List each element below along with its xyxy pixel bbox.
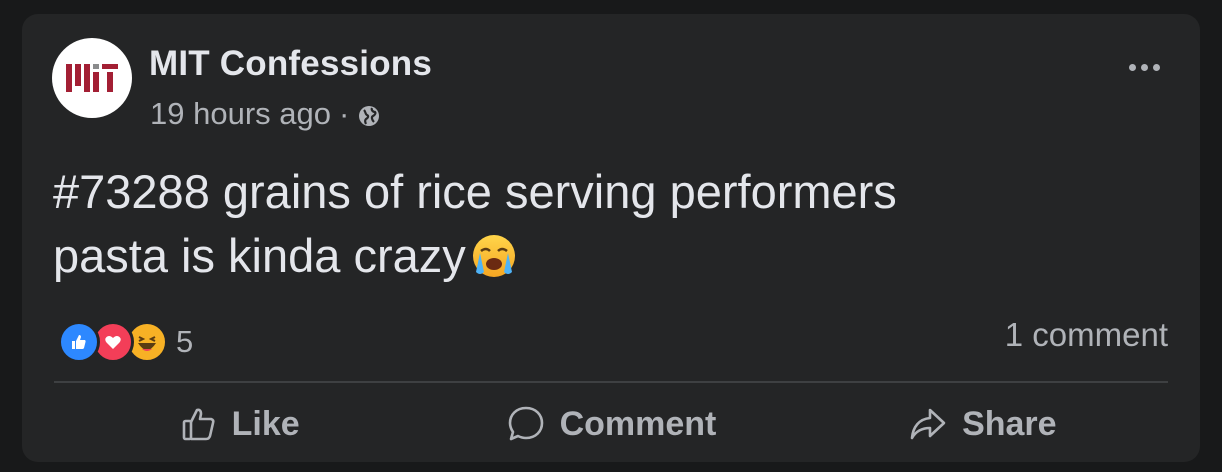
- comment-label: Comment: [559, 404, 717, 443]
- more-dot: [1129, 64, 1136, 71]
- comment-bubble-icon: [508, 406, 543, 441]
- post-text-line: pasta is kinda crazy: [53, 224, 1153, 296]
- meta-separator: ·: [338, 96, 350, 131]
- post-meta: 19 hours ago ·: [150, 96, 381, 132]
- like-button[interactable]: Like: [54, 396, 425, 452]
- page-name[interactable]: MIT Confessions: [149, 44, 432, 84]
- mit-logo: [66, 64, 118, 92]
- like-reaction-icon: [58, 321, 100, 363]
- more-options-button[interactable]: [1129, 64, 1160, 71]
- more-dot: [1153, 64, 1160, 71]
- page-avatar[interactable]: [52, 38, 132, 118]
- reactions-summary[interactable]: 5: [58, 321, 193, 363]
- post-card: MIT Confessions 19 hours ago · #73288 gr…: [22, 14, 1200, 462]
- reactions-count: 5: [176, 324, 194, 359]
- globe-icon: [359, 106, 380, 126]
- thumbs-up-icon: [182, 408, 215, 441]
- divider: [54, 381, 1168, 383]
- comments-count-link[interactable]: 1 comment: [1005, 316, 1168, 354]
- post-text-line: #73288 grains of rice serving performers: [53, 165, 897, 218]
- more-dot: [1141, 64, 1148, 71]
- share-button[interactable]: Share: [797, 396, 1168, 452]
- like-label: Like: [231, 404, 300, 443]
- comment-button[interactable]: Comment: [425, 396, 796, 452]
- post-text: #73288 grains of rice serving performers…: [53, 160, 1153, 296]
- post-timestamp[interactable]: 19 hours ago: [150, 96, 331, 132]
- post-text-line-content: pasta is kinda crazy: [53, 229, 466, 282]
- share-arrow-icon: [910, 408, 946, 440]
- share-label: Share: [962, 404, 1057, 443]
- crying-face-emoji-icon: [470, 232, 518, 296]
- post-actions: Like Comment Share: [54, 396, 1168, 452]
